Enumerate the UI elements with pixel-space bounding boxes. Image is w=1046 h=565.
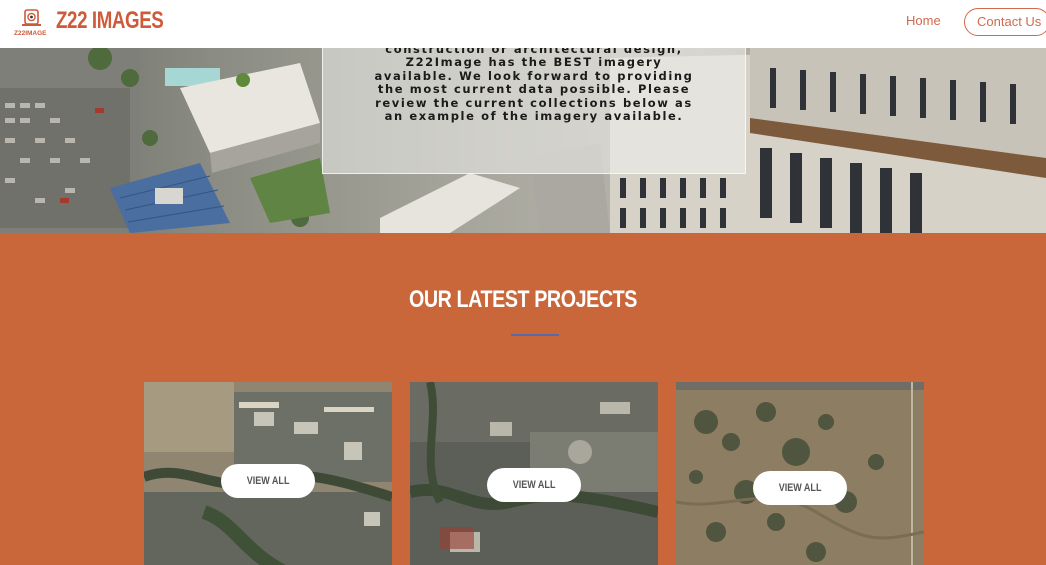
project-card-3[interactable]: VIEW ALL — [676, 382, 924, 565]
logo-caption: Z22IMAGE — [14, 30, 47, 37]
latest-projects-section: OUR LATEST PROJECTS VIEW ALL VIEW ALL VI… — [0, 233, 1046, 565]
hero-description: construction or architectural design, Z2… — [340, 48, 728, 123]
hero-line: available. We look forward to providing — [374, 68, 694, 83]
project-card-2[interactable]: VIEW ALL — [410, 382, 658, 565]
hero-line: review the current collections below as — [375, 95, 693, 110]
section-divider — [511, 334, 559, 336]
site-title[interactable]: Z22 IMAGES — [56, 7, 164, 35]
contact-us-button[interactable]: Contact Us — [964, 8, 1046, 36]
hero-line: an example of the imagery available. — [384, 109, 684, 124]
hero-line: Z22Image has the BEST imagery — [405, 55, 663, 70]
hero-banner: construction or architectural design, Z2… — [0, 48, 1046, 233]
view-all-button[interactable]: VIEW ALL — [753, 471, 847, 505]
project-card-1[interactable]: VIEW ALL — [144, 382, 392, 565]
nav-home-link[interactable]: Home — [906, 13, 941, 28]
view-all-button[interactable]: VIEW ALL — [487, 468, 581, 502]
view-all-button[interactable]: VIEW ALL — [221, 464, 315, 498]
hero-line: the most current data possible. Please — [377, 82, 691, 97]
section-title: OUR LATEST PROJECTS — [408, 286, 638, 313]
camera-logo-icon[interactable]: Z22IMAGE — [14, 9, 48, 37]
site-header: Z22IMAGE Z22 IMAGES Home Contact Us — [0, 0, 1046, 48]
